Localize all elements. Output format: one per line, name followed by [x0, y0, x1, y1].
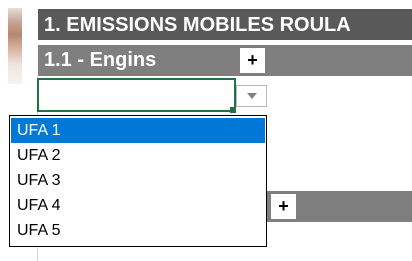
- section-title: 1. EMISSIONS MOBILES ROULA: [44, 14, 351, 36]
- subsection-title: 1.1 - Engins: [44, 49, 157, 71]
- add-row-button[interactable]: +: [240, 48, 265, 73]
- dropdown-option[interactable]: UFA 3: [11, 168, 265, 193]
- add-row-button-2[interactable]: +: [271, 194, 296, 219]
- dropdown-option[interactable]: UFA 4: [11, 193, 265, 218]
- dropdown-list[interactable]: UFA 1 UFA 2 UFA 3 UFA 4 UFA 5: [9, 115, 267, 247]
- person-photo: [8, 8, 22, 84]
- fill-handle[interactable]: [230, 107, 236, 113]
- section-header: 1. EMISSIONS MOBILES ROULA: [38, 9, 412, 40]
- subsection-header: 1.1 - Engins: [38, 45, 412, 76]
- dropdown-option[interactable]: UFA 2: [11, 143, 265, 168]
- dropdown-option[interactable]: UFA 5: [11, 218, 265, 243]
- chevron-down-icon: [247, 93, 257, 99]
- dropdown-button[interactable]: [236, 85, 267, 107]
- combo-cell[interactable]: [37, 78, 236, 112]
- side-image-strip: [0, 0, 26, 97]
- dropdown-option[interactable]: UFA 1: [11, 118, 265, 143]
